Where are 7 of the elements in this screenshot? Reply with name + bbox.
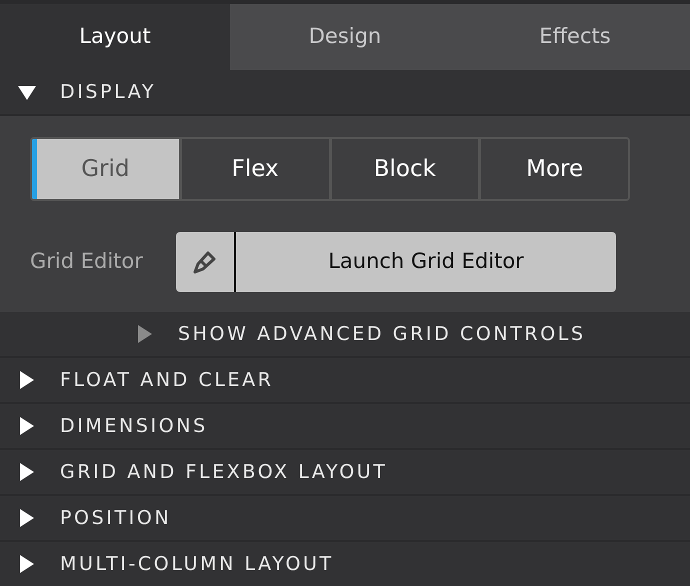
- display-mode-button[interactable]: Grid: [32, 139, 179, 199]
- launch-grid-editor-button[interactable]: Launch Grid Editor: [176, 232, 616, 292]
- field-label: Grid Editor: [30, 248, 144, 276]
- display-mode-button[interactable]: More: [478, 139, 628, 199]
- tab[interactable]: Design: [230, 4, 460, 70]
- tab[interactable]: Effects: [460, 4, 690, 70]
- pencil-icon: [192, 249, 218, 275]
